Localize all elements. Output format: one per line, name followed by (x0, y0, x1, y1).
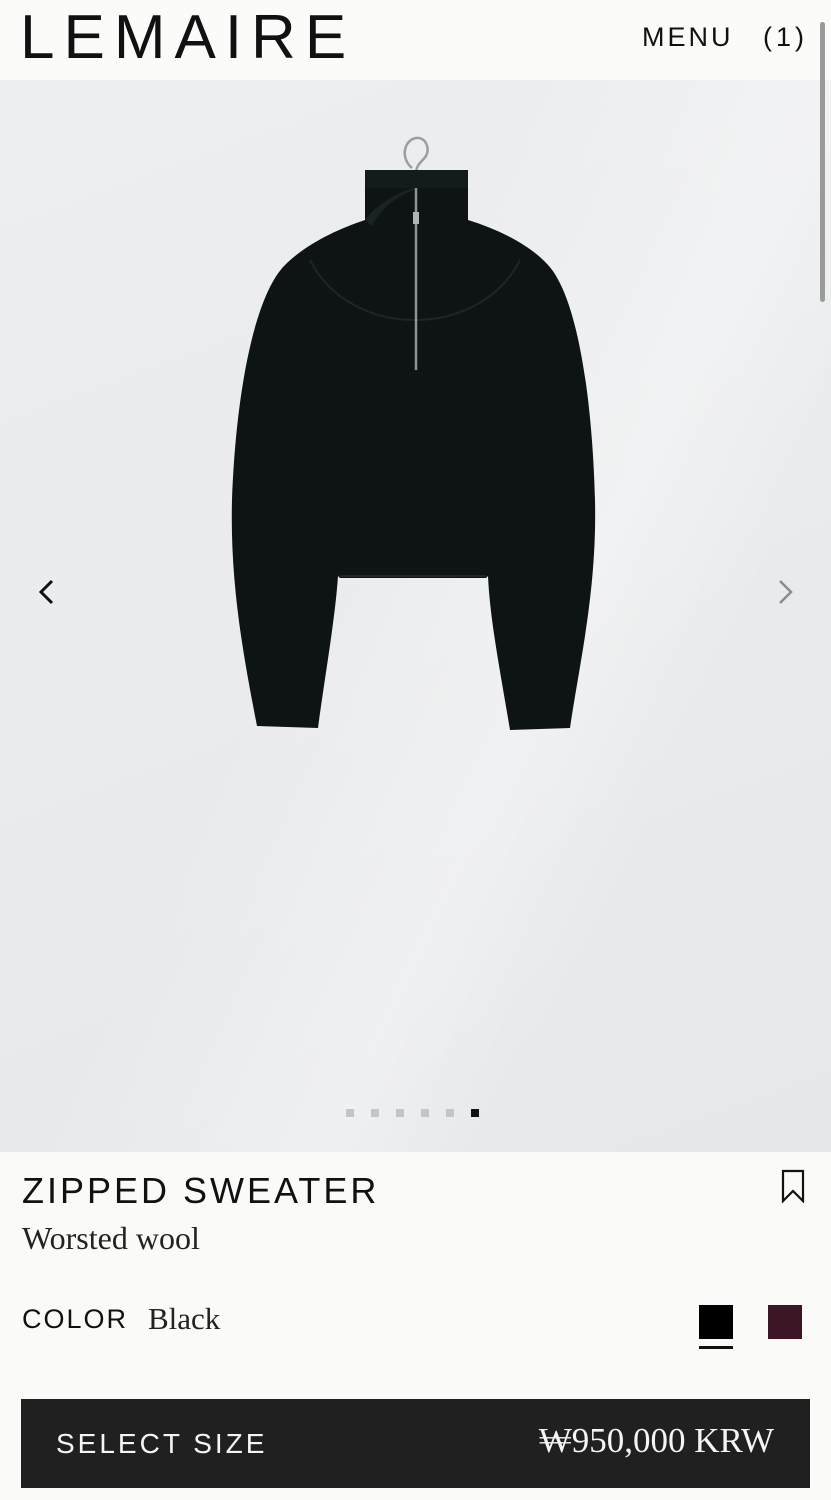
color-label: COLOR (22, 1304, 129, 1334)
scrollbar[interactable] (820, 22, 825, 302)
gallery-next-button[interactable] (768, 575, 802, 609)
product-title: ZIPPED SWEATER (22, 1170, 380, 1211)
product-image (231, 136, 596, 730)
gallery-dot[interactable] (421, 1109, 429, 1117)
gallery-dot[interactable] (446, 1109, 454, 1117)
site-header: LEMAIRE MENU (1) (0, 0, 831, 80)
gallery-pagination (346, 1109, 479, 1117)
selected-swatch-indicator (699, 1346, 733, 1349)
gallery-dot[interactable] (346, 1109, 354, 1117)
gallery-dot[interactable] (371, 1109, 379, 1117)
color-swatch-plum[interactable] (768, 1305, 802, 1339)
select-size-button[interactable]: SELECT SIZE ₩950,000 KRW (21, 1399, 810, 1488)
gallery-prev-button[interactable] (30, 575, 64, 609)
gallery-dot-active[interactable] (471, 1109, 479, 1117)
cart-button[interactable]: (1) (763, 22, 808, 53)
bookmark-icon[interactable] (780, 1169, 806, 1203)
price: ₩950,000 KRW (538, 1421, 774, 1460)
gallery-dot[interactable] (396, 1109, 404, 1117)
product-material: Worsted wool (22, 1220, 200, 1256)
color-value: Black (148, 1301, 221, 1336)
color-swatch-black[interactable] (699, 1305, 733, 1339)
menu-button[interactable]: MENU (642, 22, 734, 53)
select-size-label: SELECT SIZE (56, 1428, 268, 1459)
brand-logo[interactable]: LEMAIRE (20, 4, 355, 72)
product-gallery[interactable] (0, 80, 831, 1152)
